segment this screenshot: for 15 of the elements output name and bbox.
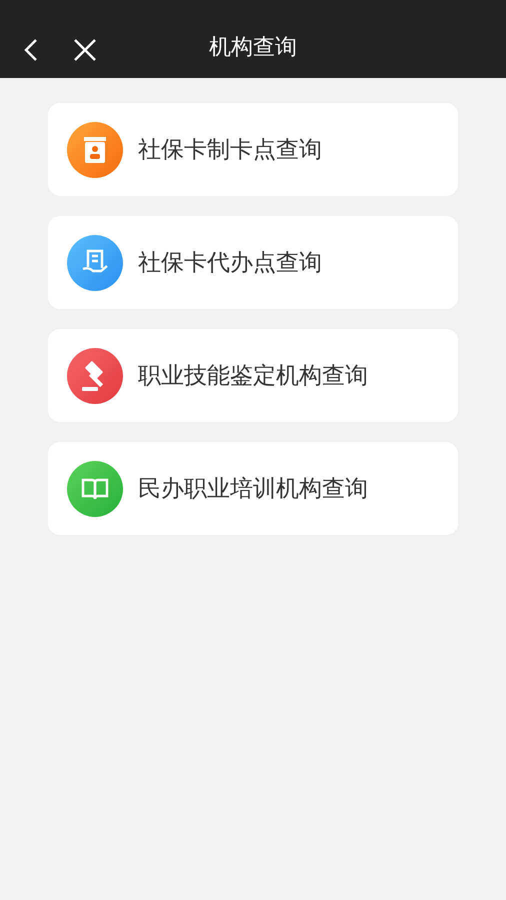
gavel-icon [67,348,123,404]
page-title: 机构查询 [209,34,297,62]
card-label: 社保卡代办点查询 [138,249,322,278]
menu-card[interactable]: 社保卡代办点查询 [48,216,458,309]
card-label: 职业技能鉴定机构查询 [138,362,368,391]
menu-card[interactable]: 职业技能鉴定机构查询 [48,329,458,422]
book-icon [67,460,123,516]
card-label: 社保卡制卡点查询 [138,136,322,165]
card-label: 民办职业培训机构查询 [138,475,368,504]
menu-card[interactable]: 民办职业培训机构查询 [48,442,458,535]
document-hand-icon [67,234,123,290]
id-card-icon [67,122,123,178]
menu-card[interactable]: 社保卡制卡点查询 [48,103,458,196]
close-icon[interactable] [74,39,96,61]
back-icon[interactable] [24,38,38,62]
